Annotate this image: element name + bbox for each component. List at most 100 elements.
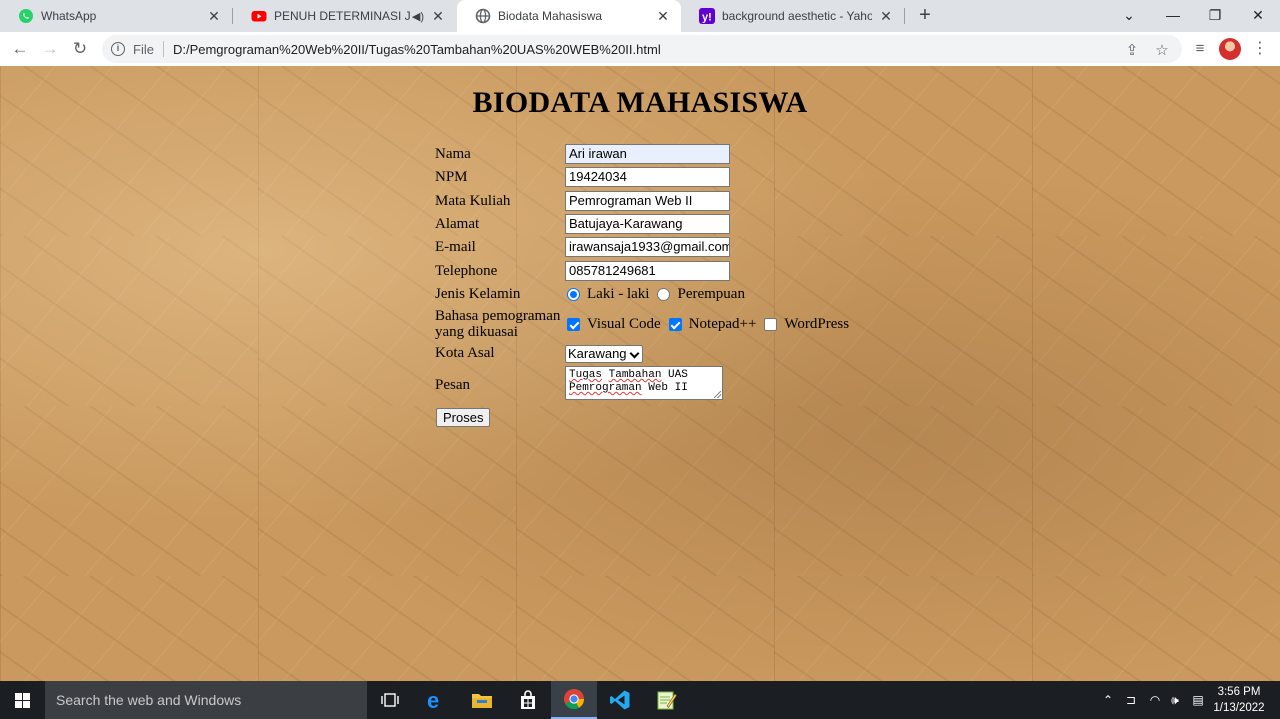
mata-kuliah-input[interactable]: Pemrograman Web II — [565, 191, 730, 211]
globe-icon — [475, 8, 491, 24]
action-center-icon[interactable]: ▤ — [1188, 681, 1208, 719]
tab-search-chevron-icon[interactable]: ⌄ — [1107, 0, 1151, 32]
menu-kebab-icon[interactable]: ⋮ — [1247, 36, 1273, 62]
label-email: E-mail — [435, 239, 476, 255]
address-scheme: File — [133, 41, 154, 57]
share-icon[interactable]: ⇪ — [1122, 41, 1142, 61]
notepadpp-icon[interactable] — [643, 681, 689, 719]
text-word: Pemrograman — [569, 382, 642, 394]
radio-label: Perempuan — [677, 286, 745, 302]
whatsapp-icon — [18, 8, 34, 24]
proses-button[interactable]: Proses — [436, 408, 491, 427]
windows-taskbar: Search the web and Windows e ⌃ ⊐ ◠ 🕪 ▤ 3… — [0, 681, 1280, 719]
yahoo-icon: y! — [699, 8, 715, 24]
nama-input[interactable]: Ari irawan — [565, 144, 730, 164]
close-icon[interactable]: ✕ — [655, 8, 671, 24]
checkbox-label: Visual Code — [587, 316, 661, 332]
tab-separator — [904, 8, 905, 24]
label-bahasa-line1: Bahasa pemograman — [435, 308, 561, 324]
resize-grip-icon[interactable] — [714, 391, 721, 398]
battery-plug-icon[interactable]: ⊐ — [1122, 681, 1140, 719]
radio-perempuan[interactable] — [657, 288, 671, 301]
label-bahasa-line2: yang dikuasai — [435, 324, 518, 340]
radio-laki-laki[interactable] — [567, 288, 580, 301]
svg-text:e: e — [427, 689, 439, 711]
close-icon[interactable]: ✕ — [430, 8, 446, 24]
label-npm: NPM — [435, 169, 468, 185]
vscode-icon[interactable] — [597, 681, 643, 719]
textarea-line: Tugas Tambahan UAS — [569, 369, 719, 382]
label-kota-asal: Kota Asal — [435, 345, 495, 361]
textarea-line: Pemrograman Web II — [569, 382, 719, 395]
close-icon[interactable]: ✕ — [878, 8, 894, 24]
profile-avatar[interactable] — [1219, 38, 1241, 60]
tab-title: WhatsApp — [41, 9, 97, 23]
task-view-icon[interactable] — [367, 681, 413, 719]
text-word: Tugas — [569, 369, 603, 381]
speaker-icon[interactable]: ◀) — [412, 10, 424, 23]
taskbar-clock[interactable]: 3:56 PM 1/13/2022 — [1208, 684, 1270, 716]
tab-title: Biodata Mahasiswa — [498, 9, 603, 23]
store-icon[interactable] — [505, 681, 551, 719]
reading-list-icon[interactable]: ≡ — [1187, 36, 1213, 62]
language-checkbox-group: Visual Code Notepad++ WordPress — [567, 316, 857, 333]
tab-strip: WhatsApp ✕ PENUH DETERMINASI JELANG ◀) ✕… — [0, 0, 1280, 32]
clock-time: 3:56 PM — [1217, 686, 1261, 698]
tray-chevron-up-icon[interactable]: ⌃ — [1100, 681, 1116, 719]
checkbox-visual-code[interactable] — [567, 318, 580, 331]
close-window-button[interactable]: ✕ — [1236, 0, 1280, 32]
divider — [162, 41, 164, 57]
label-nama: Nama — [435, 146, 471, 162]
gender-radio-group: Laki - laki Perempuan — [567, 286, 753, 303]
text-word: Tambahan — [608, 369, 662, 381]
email-input[interactable]: irawansaja1933@gmail.com — [565, 237, 730, 257]
file-explorer-icon[interactable] — [459, 681, 505, 719]
tab-whatsapp[interactable]: WhatsApp ✕ — [0, 0, 232, 32]
minimize-button[interactable]: — — [1151, 0, 1195, 32]
forward-arrow-icon[interactable]: → — [37, 36, 63, 62]
alamat-input[interactable]: Batujaya-Karawang — [565, 214, 730, 234]
radio-label: Laki - laki — [587, 286, 650, 302]
volume-icon[interactable]: 🕪 — [1166, 681, 1184, 719]
info-icon[interactable]: i — [111, 42, 125, 56]
browser-toolbar: ← → ↻ i File D:/Pemgrograman%20Web%20II/… — [0, 32, 1280, 66]
start-button[interactable] — [0, 681, 45, 719]
reload-icon[interactable]: ↻ — [67, 36, 93, 62]
checkbox-label: Notepad++ — [688, 316, 757, 332]
wifi-icon[interactable]: ◠ — [1146, 681, 1164, 719]
close-icon[interactable]: ✕ — [206, 8, 222, 24]
label-pesan: Pesan — [435, 377, 470, 393]
tab-biodata[interactable]: Biodata Mahasiswa ✕ — [457, 0, 681, 32]
pesan-textarea[interactable]: Tugas Tambahan UAS Pemrograman Web II — [565, 366, 723, 400]
label-mata-kuliah: Mata Kuliah — [435, 193, 511, 209]
taskbar-search-input[interactable]: Search the web and Windows — [45, 681, 367, 719]
svg-text:y!: y! — [702, 12, 712, 24]
tab-yahoo[interactable]: y! background aesthetic - Yahoo Ha ✕ — [681, 0, 904, 32]
npm-input[interactable]: 19424034 — [565, 167, 730, 187]
label-jenis-kelamin: Jenis Kelamin — [435, 286, 521, 302]
label-telephone: Telephone — [435, 263, 498, 279]
telephone-input[interactable]: 085781249681 — [565, 261, 730, 281]
page-viewport: BIODATA MAHASISWA Nama Ari irawan NPM 19… — [0, 66, 1280, 681]
chrome-icon[interactable] — [551, 681, 597, 719]
edge-icon[interactable]: e — [413, 681, 459, 719]
page-title: BIODATA MAHASISWA — [472, 86, 808, 119]
label-alamat: Alamat — [435, 216, 480, 232]
tab-title: background aesthetic - Yahoo Ha — [722, 9, 872, 23]
address-url[interactable]: D:/Pemgrograman%20Web%20II/Tugas%20Tamba… — [173, 42, 661, 57]
chevron-down-icon — [629, 348, 640, 359]
youtube-icon — [251, 8, 267, 24]
text-word: UAS — [668, 369, 688, 381]
checkbox-label: WordPress — [784, 316, 850, 332]
restore-button[interactable]: ❐ — [1193, 0, 1237, 32]
tab-title: PENUH DETERMINASI JELANG — [274, 9, 410, 23]
kota-asal-select[interactable]: Karawang — [565, 345, 643, 363]
new-tab-button[interactable]: + — [913, 4, 937, 28]
checkbox-notepad[interactable] — [668, 318, 682, 331]
windows-logo-icon — [15, 692, 30, 708]
tab-youtube[interactable]: PENUH DETERMINASI JELANG ◀) ✕ — [233, 0, 456, 32]
address-bar[interactable]: i File D:/Pemgrograman%20Web%20II/Tugas%… — [102, 35, 1182, 63]
checkbox-wordpress[interactable] — [764, 318, 778, 331]
bookmark-star-icon[interactable]: ☆ — [1152, 41, 1172, 61]
back-arrow-icon[interactable]: ← — [7, 36, 33, 62]
